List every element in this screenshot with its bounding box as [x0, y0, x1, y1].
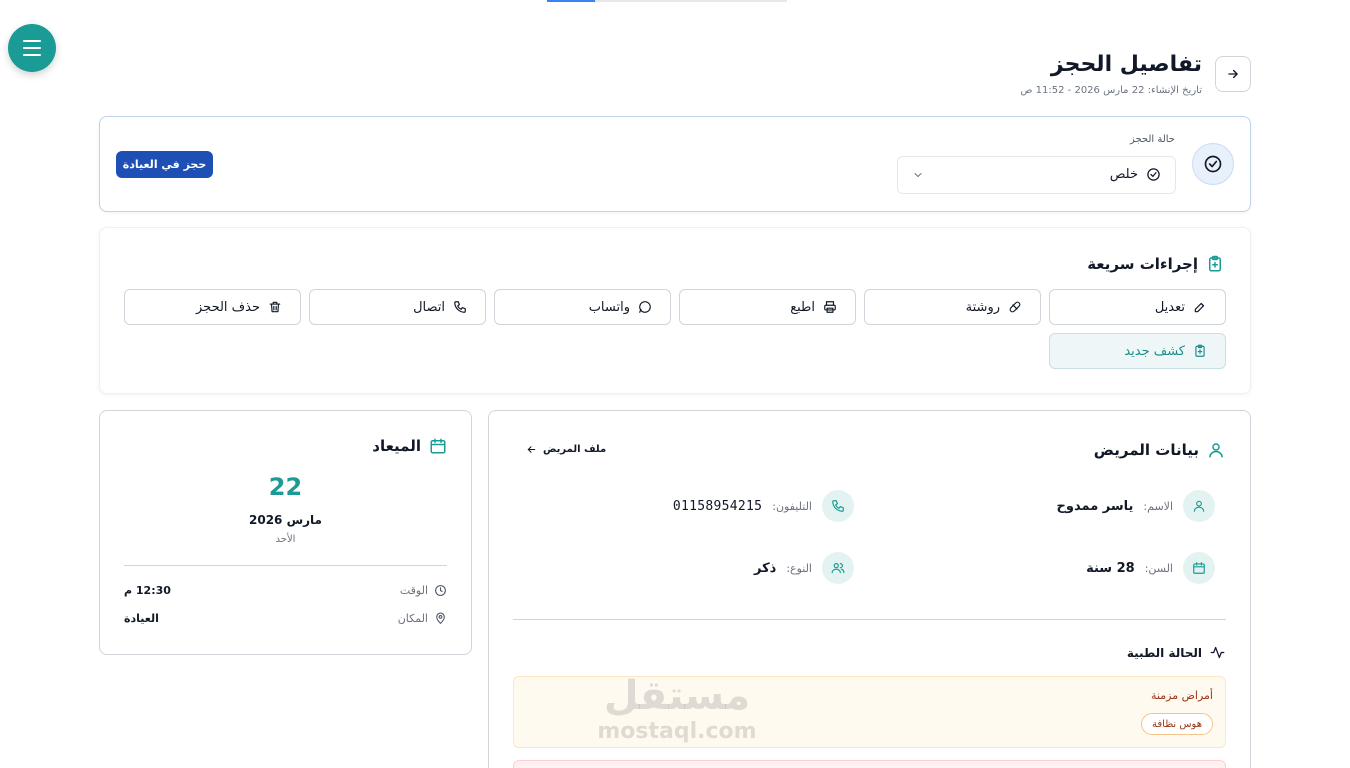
arrow-right-icon [1228, 69, 1238, 79]
users-icon-circle [822, 552, 854, 584]
appointment-place-label: المكان [398, 612, 447, 625]
whatsapp-button[interactable]: واتساب [494, 289, 671, 325]
phone-icon [454, 301, 466, 313]
patient-file-link[interactable]: ملف المريض [526, 444, 606, 455]
menu-icon-line [23, 54, 41, 56]
calendar-icon-circle [1183, 552, 1215, 584]
call-button-label: اتصال [413, 299, 445, 315]
created-date: تاريخ الإنشاء: 22 مارس 2026 - 11:52 ص [1020, 85, 1202, 96]
edit-icon [1194, 302, 1205, 313]
status-selected-value: خلص [1109, 167, 1138, 182]
appointment-section-title: الميعاد [372, 437, 447, 455]
new-exam-button[interactable]: كشف جديد [1049, 333, 1226, 369]
appointment-time-label: الوقت [400, 584, 447, 597]
chronic-diseases-label: أمراض مزمنة [1151, 689, 1213, 702]
menu-icon-line [23, 40, 41, 42]
quick-actions-title-text: إجراءات سريعة [1087, 255, 1198, 273]
delete-booking-button[interactable]: حذف الحجز [124, 289, 301, 325]
prescription-button-label: روشتة [965, 299, 1000, 315]
check-circle-icon [1204, 155, 1222, 173]
user-icon [1209, 443, 1223, 458]
patient-gender: ذكر [753, 560, 777, 576]
edit-button[interactable]: تعديل [1049, 289, 1226, 325]
message-circle-icon [639, 301, 651, 313]
arrow-left-icon [527, 446, 536, 453]
print-button[interactable]: اطبع [679, 289, 856, 325]
age-label: السن: [1144, 561, 1173, 575]
status-select[interactable]: خلص [897, 156, 1176, 194]
prescription-button[interactable]: روشتة [864, 289, 1041, 325]
chronic-diseases-box: أمراض مزمنة هوس نظافة [513, 676, 1226, 748]
appointment-weekday: الأحد [275, 534, 296, 545]
new-exam-button-label: كشف جديد [1124, 343, 1185, 359]
medical-status-title: الحالة الطبية [1127, 645, 1225, 660]
calendar-icon [430, 438, 446, 454]
delete-button-label: حذف الحجز [196, 299, 260, 315]
patient-phone-row: التليفون: 01158954215 [673, 490, 854, 522]
status-circle [1192, 143, 1234, 185]
place-label-text: المكان [397, 612, 428, 625]
patient-section-title: بيانات المريض [1094, 441, 1225, 459]
whatsapp-button-label: واتساب [588, 299, 630, 315]
top-progress-bar [547, 0, 787, 2]
page-title: تفاصيل الحجز [1050, 52, 1202, 77]
patient-age: 28 سنة [1086, 560, 1135, 576]
check-circle-icon [1147, 168, 1160, 181]
menu-icon-line [23, 47, 41, 49]
activity-icon [1210, 646, 1225, 659]
clipboard-plus-icon [1209, 255, 1221, 272]
appointment-divider [124, 565, 447, 566]
clipboard-plus-icon [1195, 344, 1205, 357]
phone-icon [832, 500, 844, 512]
appointment-month-year: مارس 2026 [249, 513, 322, 527]
printer-icon [824, 301, 836, 313]
pill-icon [1009, 301, 1021, 313]
trash-icon [269, 301, 281, 313]
status-label: حالة الحجز [1129, 134, 1175, 145]
edit-button-label: تعديل [1154, 299, 1185, 315]
users-icon [831, 563, 845, 574]
patient-name-row: الاسم: ياسر ممدوح [1057, 490, 1215, 522]
patient-phone: 01158954215 [672, 498, 763, 514]
calendar-icon [1193, 562, 1205, 574]
patient-divider [513, 619, 1226, 620]
user-icon-circle [1183, 490, 1215, 522]
map-pin-icon [436, 612, 445, 624]
appointment-place: العيادة [124, 612, 159, 625]
phone-icon-circle [822, 490, 854, 522]
chevron-down-icon [914, 173, 922, 177]
chronic-disease-tag: هوس نظافة [1141, 713, 1213, 735]
clinic-booking-button[interactable]: حجز في العيادة [116, 151, 213, 178]
appointment-time: 12:30 م [124, 584, 171, 597]
patient-age-row: السن: 28 سنة [1086, 552, 1215, 584]
patient-title-text: بيانات المريض [1093, 441, 1199, 459]
call-button[interactable]: اتصال [309, 289, 486, 325]
patient-name: ياسر ممدوح [1056, 498, 1134, 514]
appointment-title-text: الميعاد [372, 437, 421, 455]
print-button-label: اطبع [790, 299, 815, 315]
quick-actions-title: إجراءات سريعة [1087, 255, 1224, 273]
allergies-box [513, 760, 1226, 768]
clock-icon [435, 585, 446, 596]
patient-gender-row: النوع: ذكر [754, 552, 854, 584]
medical-title-text: الحالة الطبية [1126, 645, 1202, 660]
gender-label: النوع: [786, 561, 812, 575]
appointment-day: 22 [268, 473, 303, 501]
name-label: الاسم: [1143, 499, 1173, 513]
menu-button[interactable] [8, 24, 56, 72]
time-label-text: الوقت [399, 584, 428, 597]
phone-label: التليفون: [772, 499, 812, 513]
user-icon [1193, 500, 1205, 512]
top-progress-active [547, 0, 595, 2]
back-button[interactable] [1215, 56, 1251, 92]
patient-file-link-text: ملف المريض [543, 444, 607, 455]
